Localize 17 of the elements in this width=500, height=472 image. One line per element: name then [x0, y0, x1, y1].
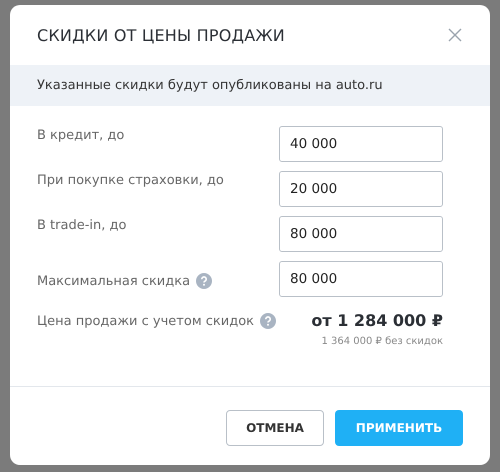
field-label: При покупке страховки, до	[37, 173, 224, 188]
notice-banner: Указанные скидки будут опубликованы на auto.ru	[10, 65, 490, 106]
field-label: В кредит, до	[37, 128, 124, 143]
input-field[interactable]: 20 000	[279, 171, 443, 207]
cancel-button[interactable]: ОТМЕНА	[226, 410, 324, 446]
price-label: Цена продажи с учетом скидок	[37, 314, 254, 328]
price-value: от 1 284 000 ₽	[311, 311, 443, 330]
price-note: 1 364 000 ₽ без скидок	[321, 336, 443, 347]
input-field[interactable]: 80 000	[279, 261, 443, 297]
help-icon[interactable]	[196, 273, 212, 289]
help-icon[interactable]	[260, 313, 276, 329]
dialog-title: СКИДКИ ОТ ЦЕНЫ ПРОДАЖИ	[37, 26, 285, 44]
field-label: Максимальная скидка	[37, 274, 190, 288]
close-icon[interactable]	[448, 28, 462, 42]
input-field[interactable]: 40 000	[279, 126, 443, 162]
field-label: В trade-in, до	[37, 218, 126, 233]
input-field[interactable]: 80 000	[279, 216, 443, 252]
